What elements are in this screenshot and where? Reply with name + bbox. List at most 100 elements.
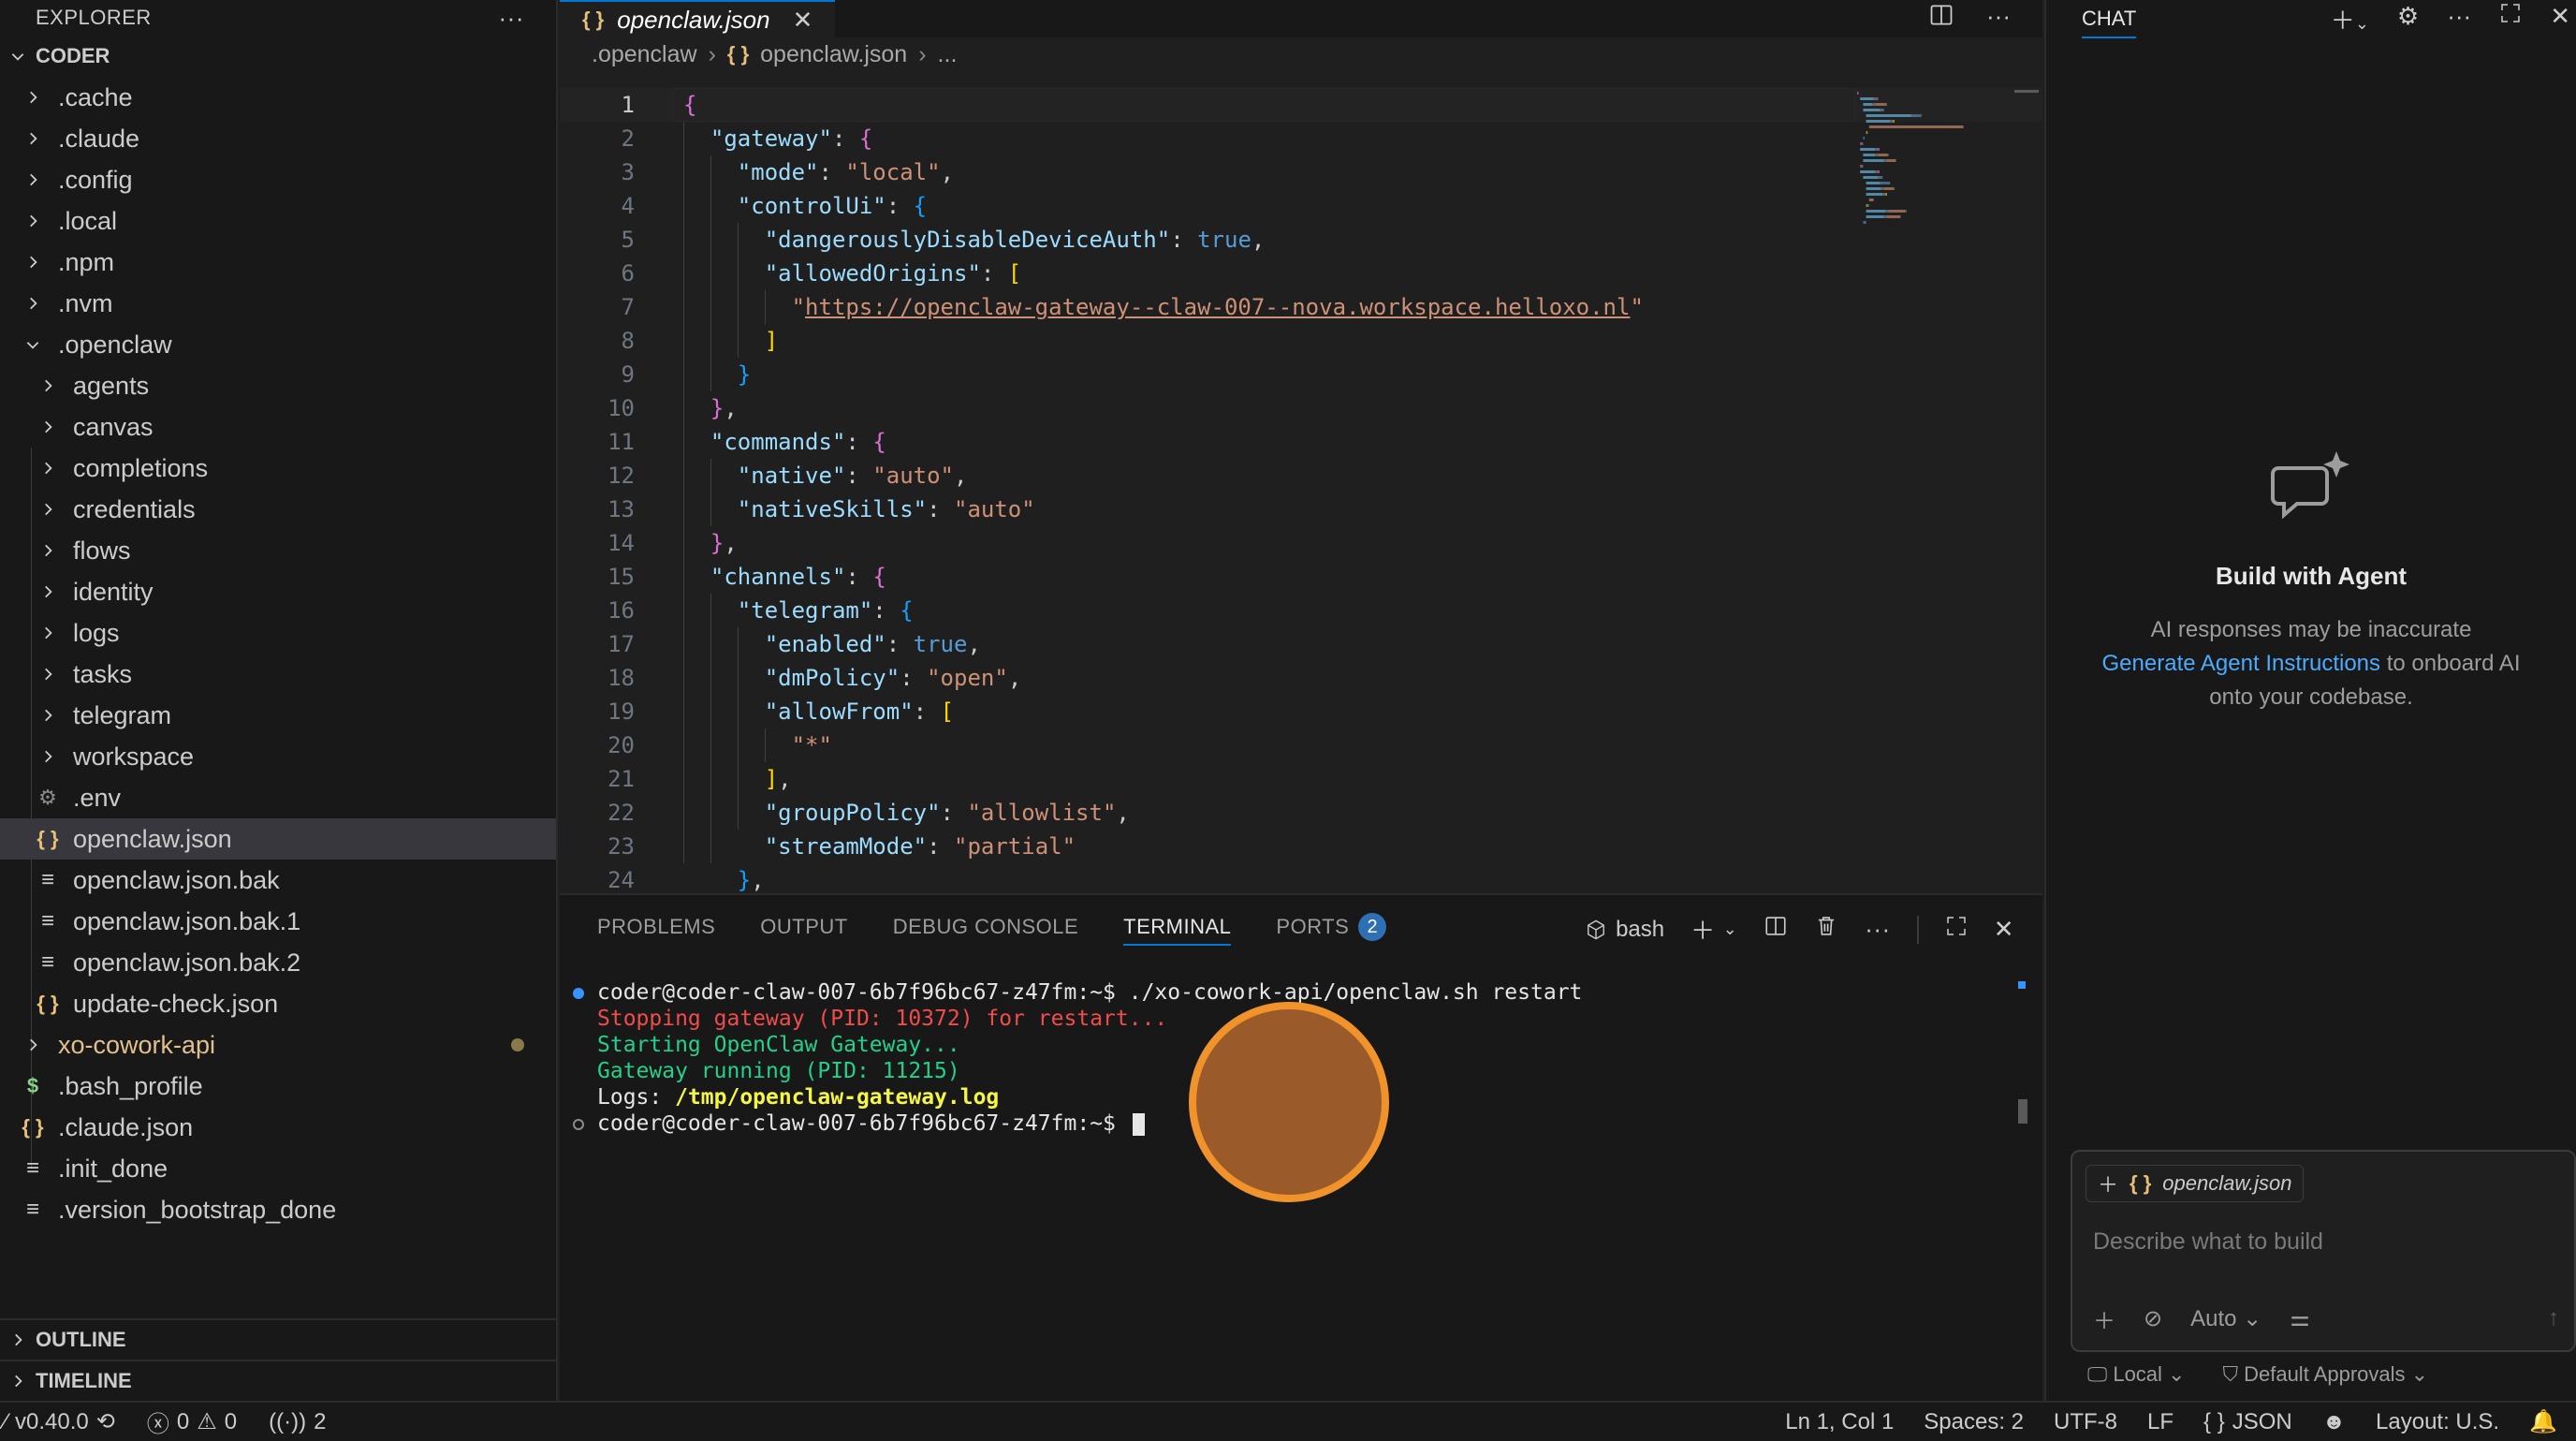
breadcrumb-folder[interactable]: .openclaw [592,41,697,68]
tree-folder-local[interactable]: .local [0,200,556,242]
language-mode[interactable]: { } JSON [2203,1409,2292,1435]
code-line[interactable]: 22 "groupPolicy": "allowlist", [560,796,2042,830]
maximize-chat-icon[interactable] [2499,2,2522,37]
code-line[interactable]: 6 "allowedOrigins": [ [560,257,2042,290]
workspace-root-header[interactable]: CODER [0,36,556,77]
breadcrumb-symbol[interactable]: ... [938,41,958,68]
close-chat-icon[interactable]: ✕ [2550,2,2570,37]
code-line[interactable]: 9 } [560,358,2042,391]
copilot-icon[interactable]: ☻ [2322,1409,2346,1435]
approvals-picker[interactable]: ⛉ Default Approvals ⌄ [2222,1362,2428,1387]
tree-folder-claude[interactable]: .claude [0,118,556,159]
encoding[interactable]: UTF-8 [2054,1409,2117,1435]
terminal-scrollbar-thumb[interactable] [2018,1099,2027,1124]
command-decoration-icon[interactable] [573,988,584,999]
chat-input-box[interactable]: ＋ { } openclaw.json Describe what to bui… [2071,1150,2576,1352]
terminal-shell-selector[interactable]: bash [1586,917,1664,943]
tree-folder-workspace[interactable]: workspace [0,736,556,777]
problems-status[interactable]: ⓧ 0 ⚠ 0 [147,1405,237,1438]
code-line[interactable]: 10 }, [560,391,2042,425]
code-line[interactable]: 7 "https://openclaw-gateway--claw-007--n… [560,290,2042,324]
breadcrumb-file[interactable]: openclaw.json [760,41,907,68]
ports-status[interactable]: ((·)) 2 [269,1409,326,1435]
indentation[interactable]: Spaces: 2 [1924,1409,2024,1435]
tab-output[interactable]: OUTPUT [760,895,847,959]
code-line[interactable]: 21 ], [560,762,2042,796]
code-line[interactable]: 3 "mode": "local", [560,155,2042,189]
code-editor[interactable]: 1{2 "gateway": {3 "mode": "local", 4 "con… [560,88,2042,891]
tree-folder-npm[interactable]: .npm [0,242,556,283]
chat-input-placeholder[interactable]: Describe what to build [2093,1228,2323,1256]
close-panel-icon[interactable]: ✕ [1994,915,2014,944]
tree-folder-identity[interactable]: identity [0,571,556,612]
tree-folder-completions[interactable]: completions [0,448,556,489]
tab-ports[interactable]: PORTS 2 [1276,895,1387,959]
tree-folder-logs[interactable]: logs [0,612,556,654]
cursor-position[interactable]: Ln 1, Col 1 [1785,1409,1894,1435]
chevron-down-icon[interactable]: ⌄ [1723,919,1738,939]
remote-version[interactable]: ⁄ v0.40.0 ⟲ [4,1408,115,1435]
code-line[interactable]: 19 "allowFrom": [ [560,695,2042,728]
code-line[interactable]: 11 "commands": { [560,425,2042,459]
timeline-section-header[interactable]: TIMELINE [0,1360,556,1401]
code-line[interactable]: 4 "controlUi": { [560,189,2042,223]
code-line[interactable]: 17 "enabled": true, [560,627,2042,661]
context-file-chip[interactable]: ＋ { } openclaw.json [2086,1165,2305,1202]
gear-icon[interactable]: ⚙ [2397,2,2419,37]
send-icon[interactable]: ↑ [2548,1305,2559,1331]
outline-section-header[interactable]: OUTLINE [0,1318,556,1360]
tree-folder-tasks[interactable]: tasks [0,654,556,695]
tree-folder-telegram[interactable]: telegram [0,695,556,736]
tab-debug-console[interactable]: DEBUG CONSOLE [893,895,1078,959]
tab-openclaw-json[interactable]: { } openclaw.json ✕ [560,0,836,37]
tools-icon[interactable]: ⊘ [2144,1305,2162,1332]
code-line[interactable]: 8 ] [560,324,2042,358]
chat-more-icon[interactable]: ··· [2447,2,2471,37]
split-terminal-icon[interactable] [1764,914,1788,945]
new-chat-icon[interactable]: ＋⌄ [2331,2,2369,37]
code-line[interactable]: 14 }, [560,526,2042,560]
tree-file-openclaw-json[interactable]: { } openclaw.json [0,818,556,860]
code-line[interactable]: 2 "gateway": { [560,122,2042,155]
end-of-line[interactable]: LF [2147,1409,2174,1435]
tab-problems[interactable]: PROBLEMS [597,895,715,959]
code-line[interactable]: 20 "*" [560,728,2042,762]
tree-file-bash-profile[interactable]: $ .bash_profile [0,1066,556,1107]
tree-file-openclaw-json-bak[interactable]: ≡ openclaw.json.bak [0,860,556,901]
code-line[interactable]: 13 "nativeSkills": "auto" [560,493,2042,526]
tree-file-init-done[interactable]: ≡ .init_done [0,1148,556,1189]
generate-instructions-link[interactable]: Generate Agent Instructions [2102,651,2381,676]
settings-sliders-icon[interactable]: ⚌ [2290,1305,2310,1332]
code-line[interactable]: 15 "channels": { [560,560,2042,594]
terminal-more-icon[interactable]: ··· [1865,915,1890,944]
tab-terminal[interactable]: TERMINAL [1123,895,1232,959]
kill-terminal-icon[interactable] [1814,914,1838,945]
tree-file-claude-json[interactable]: { } .claude.json [0,1107,556,1148]
log-path-link[interactable]: /tmp/openclaw-gateway.log [675,1085,999,1110]
editor-more-icon[interactable]: ··· [1986,2,2011,35]
tree-file-openclaw-json-bak-1[interactable]: ≡ openclaw.json.bak.1 [0,901,556,942]
code-line[interactable]: 16 "telegram": { [560,594,2042,627]
tree-file-version-bootstrap-done[interactable]: ≡ .version_bootstrap_done [0,1189,556,1230]
tree-folder-xo-cowork-api[interactable]: xo-cowork-api [0,1024,556,1066]
code-line[interactable]: 18 "dmPolicy": "open", [560,661,2042,695]
attach-icon[interactable]: ＋ [2093,1302,2115,1335]
notifications-icon[interactable]: 🔔 [2529,1408,2557,1435]
code-line[interactable]: 1{ [560,88,2042,122]
add-context-icon[interactable]: ＋ [2098,1169,2118,1198]
location-picker[interactable]: 🖵 Local ⌄ [2087,1362,2185,1387]
tree-file-env[interactable]: ⚙ .env [0,777,556,818]
command-decoration-icon[interactable] [573,1119,584,1130]
code-line[interactable]: 12 "native": "auto", [560,459,2042,493]
tree-file-update-check-json[interactable]: { } update-check.json [0,983,556,1024]
tree-folder-agents[interactable]: agents [0,365,556,406]
mode-picker[interactable]: Auto ⌄ [2190,1305,2261,1332]
new-terminal-icon[interactable]: ＋ [1690,912,1716,947]
tree-folder-credentials[interactable]: credentials [0,489,556,530]
tree-folder-canvas[interactable]: canvas [0,406,556,448]
tree-file-openclaw-json-bak-2[interactable]: ≡ openclaw.json.bak.2 [0,942,556,983]
tree-folder-openclaw[interactable]: .openclaw [0,324,556,365]
explorer-more-icon[interactable]: ··· [499,4,524,33]
tree-folder-cache[interactable]: .cache [0,77,556,118]
code-line[interactable]: 23 "streamMode": "partial" [560,830,2042,863]
